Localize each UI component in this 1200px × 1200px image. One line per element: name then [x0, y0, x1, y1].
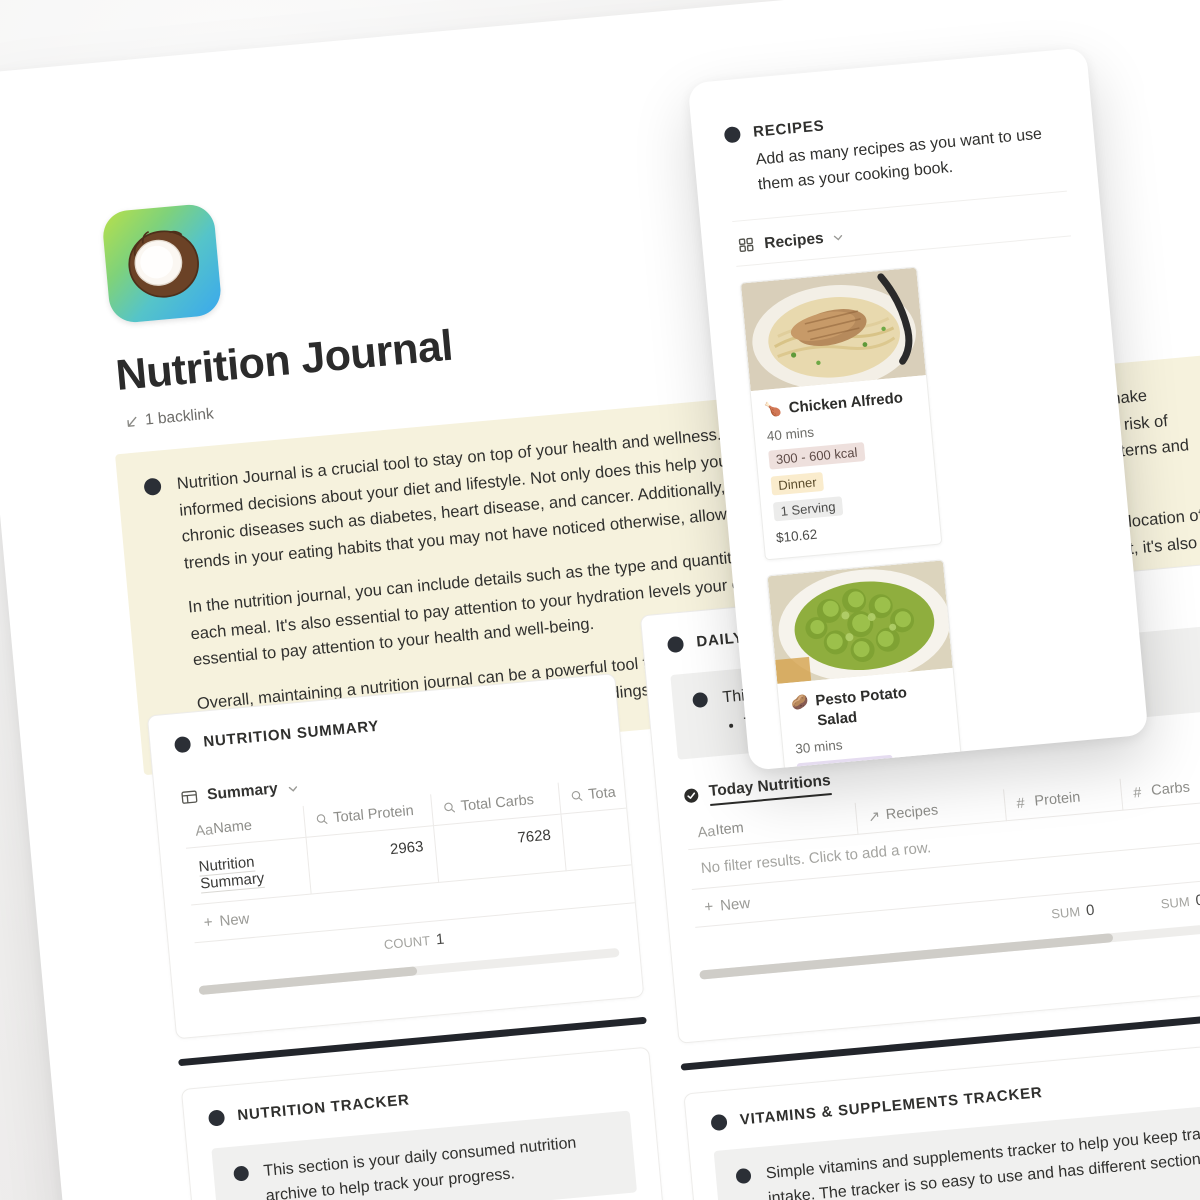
rollup-icon — [570, 788, 584, 805]
pesto-photo — [767, 560, 953, 684]
note-bullet-icon — [692, 691, 709, 709]
rollup-icon — [315, 812, 329, 829]
note-bullet-icon — [233, 1165, 250, 1182]
screenshot-canvas: Nutrition Journal 1 backlink Nutrition J… — [0, 0, 1200, 1200]
chevron-down-icon[interactable] — [286, 781, 300, 795]
nutrition-tracker-title: NUTRITION TRACKER — [236, 1091, 411, 1125]
cell-name[interactable]: Nutrition Summary — [186, 837, 311, 905]
chicken-leg-emoji: 🍗 — [763, 399, 783, 418]
nutrition-tracker-note: This section is your daily consumed nutr… — [211, 1110, 638, 1200]
rollup-icon — [442, 800, 456, 817]
recipe-tag-serving: 1 Serving — [772, 496, 844, 522]
check-circle-icon — [683, 786, 701, 804]
recipe-card[interactable]: 🍗 Chicken Alfredo 40 mins 300 - 600 kcal… — [739, 266, 943, 561]
pasta-photo — [740, 267, 926, 391]
section-bullet-icon — [207, 1108, 226, 1127]
section-bullet-icon — [666, 635, 685, 653]
section-bullet-icon — [710, 1113, 728, 1131]
recipe-card-price: $10.62 — [775, 526, 818, 546]
title-icon: Aa — [696, 823, 717, 841]
recipes-floating-panel: RECIPES Add as many recipes as you want … — [687, 47, 1149, 771]
relation-icon: ↗ — [867, 808, 881, 826]
backlink[interactable]: 1 backlink — [123, 405, 214, 431]
chevron-down-icon[interactable] — [832, 230, 846, 244]
number-icon: # — [1132, 784, 1143, 802]
nutrition-tracker-note-text: This section is your daily consumed nutr… — [262, 1134, 578, 1200]
coconut-emoji — [128, 230, 199, 298]
recipe-card-title: Chicken Alfredo — [788, 388, 904, 417]
number-icon: # — [1015, 795, 1026, 812]
plus-icon: + — [703, 897, 714, 916]
potato-emoji: 🥔 — [790, 693, 810, 711]
column-header-total-4[interactable]: Tota — [557, 772, 645, 815]
vitamins-note-lead: Simple vitamins and supplements tracker … — [765, 1116, 1200, 1200]
section-bullet-icon — [723, 125, 742, 143]
backlink-arrow-icon — [124, 415, 139, 430]
recipes-gallery: 🍗 Chicken Alfredo 40 mins 300 - 600 kcal… — [704, 233, 1148, 771]
vitamins-tracker-title: VITAMINS & SUPPLEMENTS TRACKER — [739, 1084, 1044, 1129]
recipe-card[interactable]: 🥔 Pesto Potato Salad 30 mins 100 - 300 k… — [766, 559, 971, 771]
recipe-card-title: Pesto Potato Salad — [814, 684, 908, 729]
section-nutrition-summary: NUTRITION SUMMARY Summary AaName Total P… — [146, 673, 645, 1040]
plus-icon: + — [203, 913, 214, 932]
section-bullet-icon — [173, 735, 192, 753]
section-nutrition-tracker: NUTRITION TRACKER This section is your d… — [180, 1046, 679, 1200]
gallery-icon — [738, 236, 756, 254]
callout-bullet-icon — [143, 477, 162, 496]
cell-total-4[interactable] — [560, 804, 645, 871]
title-icon: Aa — [194, 822, 214, 840]
page-icon[interactable] — [101, 202, 223, 325]
recipes-view-name: Recipes — [763, 229, 825, 252]
backlink-label: 1 backlink — [144, 405, 215, 429]
note-bullet-icon — [735, 1167, 752, 1185]
table-icon — [181, 788, 199, 806]
page-title: Nutrition Journal — [113, 321, 455, 401]
